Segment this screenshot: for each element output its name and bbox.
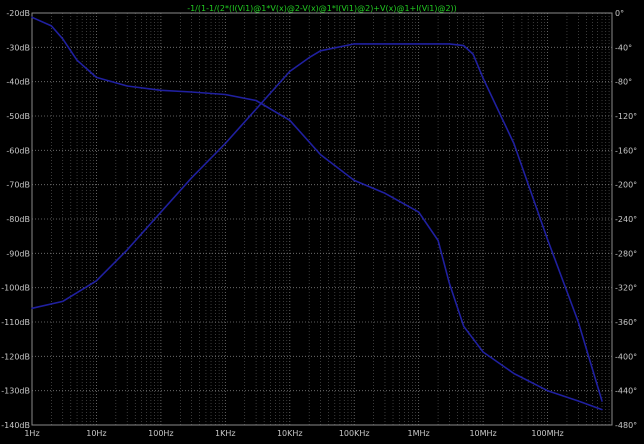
y-right-tick-label: -160° [615,146,637,155]
y-right-tick-label: -200° [615,181,637,190]
y-left-tick-label: -100dB [1,284,30,293]
x-tick-label: 10KHz [277,429,303,438]
y-left-tick-label: -110dB [1,318,30,327]
y-right-tick-label: -280° [615,249,637,258]
y-left-tick-label: -70dB [6,181,30,190]
phase-trace [31,16,603,411]
y-left-tick-label: -80dB [6,215,30,224]
bode-plot: 1Hz 10Hz 100Hz 1KHz 10KHz 100KHz 1MHz 10MHz 100M… [0,0,644,440]
y-left-tick-label: -40dB [6,78,30,87]
y-right-tick-label: -240° [615,215,637,224]
plot-svg: 1Hz 10Hz 100Hz 1KHz 10KHz 100KHz 1MHz 10MHz 100M… [1,4,637,438]
magnitude-trace [31,43,603,402]
y-left-tick-label: -60dB [6,146,30,155]
y-right-tick-label: -360° [615,318,637,327]
y-right-tick-label: -400° [615,352,637,361]
y-left-tick-label: -30dB [6,43,30,52]
y-right-tick-label: -80° [615,78,632,87]
y-right-tick-label: -480° [615,421,637,430]
x-tick-label: 1MHz [408,429,430,438]
y-right-tick-label: -120° [615,112,637,121]
trace-expression-label: -1/(1-1/(2*(I(Vi1)@1*V(x)@2-V(x)@1*I(Vi1… [187,4,457,13]
x-tick-label: 10MHz [469,429,496,438]
y-right-tick-label: -440° [615,387,637,396]
y-right-tick-label: -320° [615,284,637,293]
y-left-tick-label: -120dB [1,352,30,361]
x-tick-label: 100MHz [531,429,563,438]
y-left-tick-label: -20dB [6,9,30,18]
y-right-tick-label: 0° [615,9,624,18]
y-right-tick-label: -40° [615,43,632,52]
x-tick-label: 1Hz [24,429,39,438]
y-left-tick-label: -140dB [1,421,30,430]
x-tick-label: 1KHz [215,429,236,438]
y-left-tick-label: -50dB [6,112,30,121]
x-tick-label: 10Hz [86,429,106,438]
x-tick-label: 100KHz [339,429,370,438]
y-left-tick-label: -130dB [1,387,30,396]
x-tick-label: 100Hz [148,429,173,438]
y-left-tick-label: -90dB [6,249,30,258]
